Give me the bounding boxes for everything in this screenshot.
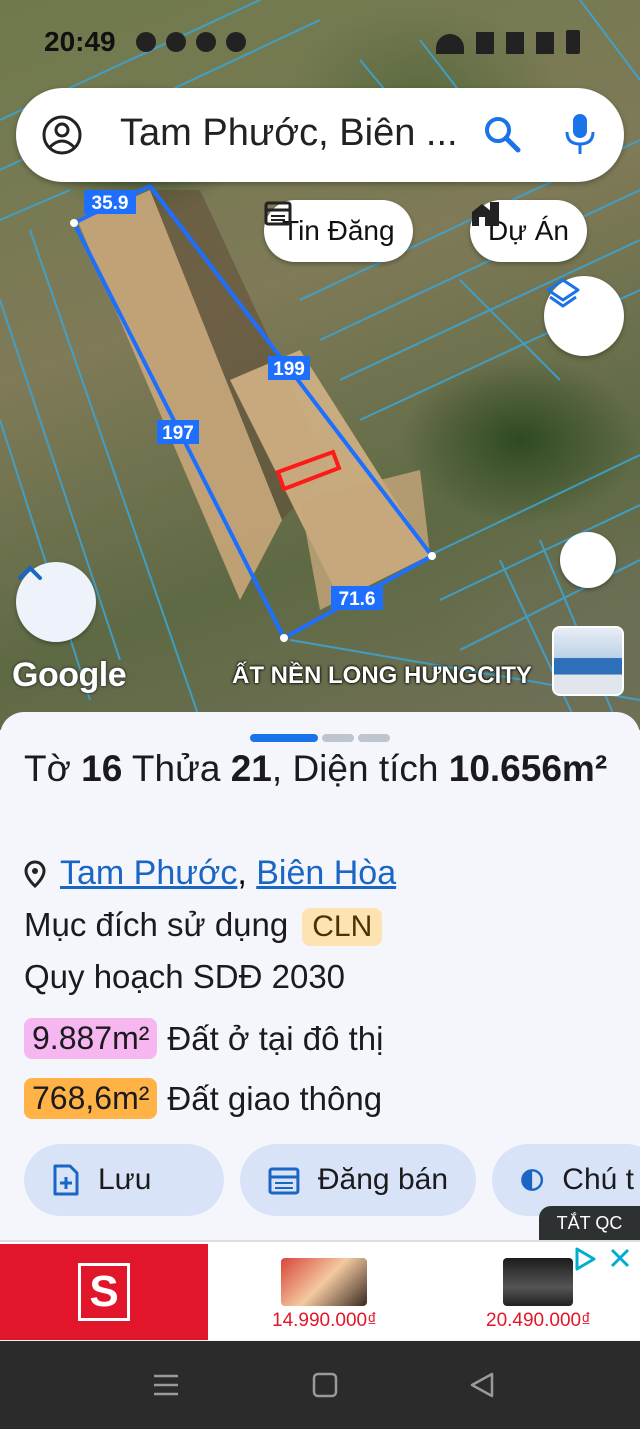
action-buttons: Lưu Đăng bán Chú t (24, 1144, 640, 1216)
ad-product-image (281, 1258, 368, 1306)
plan-label: Quy hoạch SDĐ 2030 (24, 958, 346, 995)
projects-chip[interactable]: Dự Án (470, 200, 587, 262)
google-attribution: Google (12, 656, 127, 694)
zone-label: Đất giao thông (167, 1079, 383, 1117)
system-nav-bar (0, 1341, 640, 1429)
chrome-icon (226, 32, 246, 52)
system-icons (436, 30, 580, 54)
layers-icon (546, 278, 580, 308)
adchoices-icon[interactable] (572, 1246, 598, 1272)
ward-link[interactable]: Tam Phước (60, 854, 237, 892)
sheet-prefix: Tờ (24, 748, 82, 789)
add-file-icon (53, 1164, 79, 1196)
search-icon[interactable] (482, 114, 522, 154)
calendar-icon (268, 1167, 300, 1195)
zalo-icon (196, 32, 216, 52)
menu-icon[interactable] (152, 1371, 180, 1399)
post-for-sale-label: Đăng bán (317, 1163, 448, 1196)
edge-label-right: 199 (273, 359, 305, 380)
wifi-icon (436, 34, 464, 54)
close-ad-icon[interactable] (608, 1246, 632, 1270)
purpose-label: Mục đích sử dụng (24, 906, 289, 943)
search-bar[interactable]: Tam Phước, Biên ... (16, 88, 624, 182)
location-separator: , (237, 854, 247, 892)
parcel-title: Tờ 16 Thửa 21, Diện tích 10.656m² (24, 740, 624, 798)
edge-label-top: 35.9 (92, 193, 129, 214)
microphone-icon[interactable] (560, 112, 600, 156)
lot-prefix: Thửa (122, 748, 231, 789)
zone-row-residential: 9.887m² Đất ở tại đô thị (24, 1018, 383, 1059)
zone-area-badge: 768,6m² (24, 1078, 158, 1119)
ad-product-1[interactable]: 14.990.000₫ (272, 1258, 377, 1332)
messenger-icon (166, 32, 186, 52)
ad-product-image (503, 1258, 574, 1306)
zone-label: Đất ở tại đô thị (167, 1019, 384, 1057)
map-view[interactable]: 35.9 199 197 71.6 20:49 Tam Phước, Biên … (0, 0, 640, 730)
purpose-row: Mục đích sử dụng CLN (24, 906, 383, 946)
location-pin-icon (24, 859, 46, 888)
building-icon (472, 202, 499, 226)
zone-area-badge: 9.887m² (24, 1018, 158, 1059)
ad-banner[interactable]: S 14.990.000₫ 20.490.000₫ (0, 1240, 640, 1340)
map-place-label[interactable]: ẤT NỀN LONG HƯNGCITY (232, 662, 532, 690)
save-button-label: Lưu (98, 1163, 152, 1196)
lot-number: 21 (230, 748, 272, 789)
status-time: 20:49 (44, 26, 116, 57)
calendar-list-icon (264, 201, 292, 226)
map-control-dot[interactable] (560, 532, 616, 588)
projects-chip-label: Dự Án (488, 215, 569, 246)
sheet-number: 16 (81, 748, 123, 789)
battery-icon (566, 30, 580, 54)
signal-2-icon (506, 32, 524, 54)
post-for-sale-button[interactable]: Đăng bán (240, 1144, 476, 1216)
home-icon[interactable] (312, 1371, 338, 1399)
status-bar: 20:49 (0, 22, 640, 62)
signal-3-icon (536, 32, 554, 54)
notification-icons (136, 32, 246, 52)
layers-button[interactable] (544, 276, 624, 356)
zone-row-traffic: 768,6m² Đất giao thông (24, 1078, 382, 1119)
hide-ads-button[interactable]: TẮT QC (539, 1206, 640, 1240)
city-link[interactable]: Biên Hòa (256, 854, 396, 892)
listings-chip[interactable]: Tin Đăng (264, 200, 413, 262)
expand-up-button[interactable] (16, 562, 96, 642)
advertiser-logo-letter: S (78, 1263, 130, 1321)
parcel-info-sheet[interactable]: Tờ 16 Thửa 21, Diện tích 10.656m² Tam Ph… (0, 712, 640, 1242)
account-icon[interactable] (42, 115, 82, 155)
signal-1-icon (476, 32, 494, 54)
parcel-area: 10.656m² (448, 748, 608, 789)
facebook-icon (136, 32, 156, 52)
back-icon[interactable] (468, 1371, 496, 1399)
parcel-location: Tam Phước, Biên Hòa (24, 854, 396, 893)
purpose-code-badge: CLN (302, 908, 383, 946)
note-button-label: Chú t (562, 1163, 634, 1196)
place-thumbnail[interactable] (552, 626, 624, 696)
chevron-up-icon (18, 565, 42, 580)
area-prefix: , Diện tích (271, 748, 449, 789)
ad-product-price: 14.990.000₫ (272, 1310, 377, 1331)
ad-controls (572, 1246, 632, 1272)
edge-label-bottom: 71.6 (339, 589, 376, 610)
listings-chip-label: Tin Đăng (282, 215, 395, 246)
ad-product-price: 20.490.000₫ (486, 1310, 591, 1331)
save-button[interactable]: Lưu (24, 1144, 224, 1216)
edge-label-left: 197 (162, 423, 194, 444)
search-input[interactable]: Tam Phước, Biên ... (120, 112, 458, 155)
contrast-icon (521, 1169, 544, 1191)
advertiser-logo[interactable]: S (0, 1244, 208, 1340)
